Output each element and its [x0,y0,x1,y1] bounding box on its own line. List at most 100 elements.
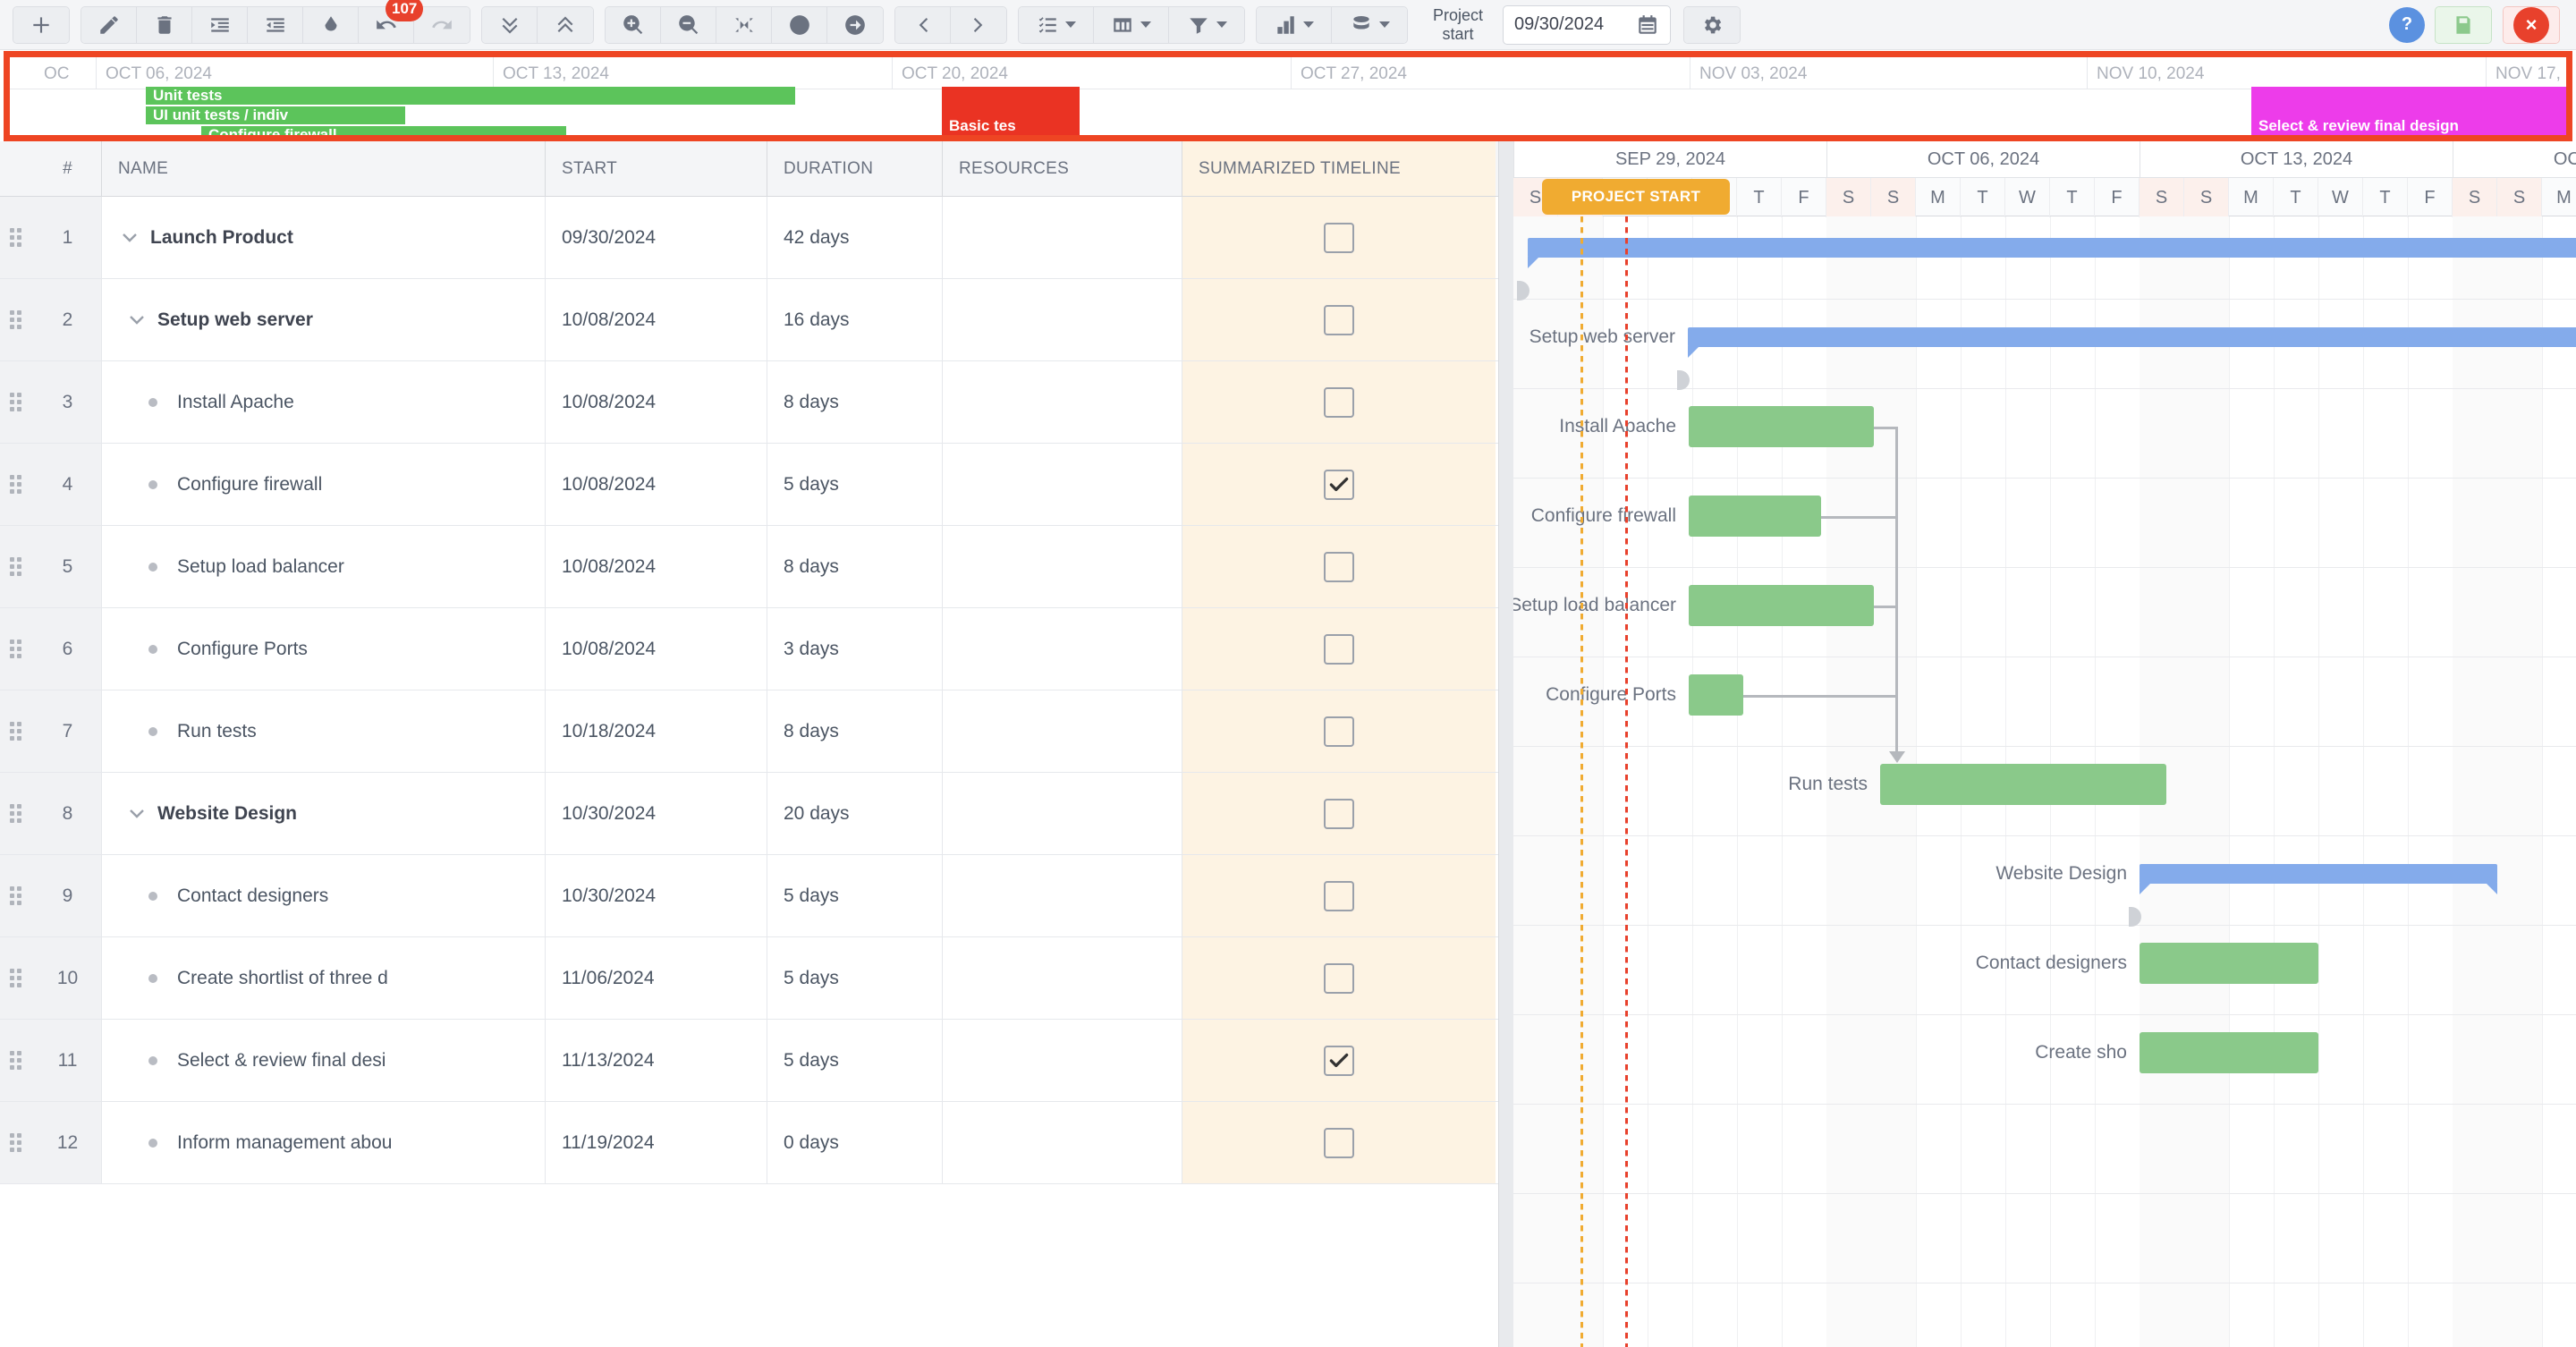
previous-button[interactable] [895,7,951,43]
table-row[interactable]: 12Inform management abou11/19/20240 days [0,1102,1498,1184]
task-duration-cell[interactable]: 8 days [767,526,943,607]
task-name-cell[interactable]: Configure firewall [102,444,546,525]
task-start-cell[interactable]: 11/13/2024 [546,1020,767,1101]
table-row[interactable]: 4Configure firewall10/08/20245 days [0,444,1498,526]
drag-handle[interactable] [0,361,34,443]
table-row[interactable]: 9Contact designers10/30/20245 days [0,855,1498,937]
drag-handle[interactable] [0,444,34,525]
task-resources-cell[interactable] [943,526,1182,607]
task-resources-cell[interactable] [943,690,1182,772]
task-name-cell[interactable]: Website Design [102,773,546,854]
history-button[interactable] [772,7,827,43]
table-row[interactable]: 2Setup web server10/08/202416 days [0,279,1498,361]
zoom-in-button[interactable] [606,7,661,43]
fit-to-screen-button[interactable] [716,7,772,43]
edit-task-button[interactable] [81,7,137,43]
project-start-date-field[interactable]: 09/30/2024 [1503,5,1671,45]
gantt-summary-bar[interactable] [1688,327,2576,347]
summarized-timeline-checkbox[interactable] [1324,470,1354,500]
gantt-lag-handle[interactable] [1677,370,1690,390]
chevron-down-icon[interactable] [125,309,148,331]
table-row[interactable]: 11Select & review final desi11/13/20245 … [0,1020,1498,1102]
next-button[interactable] [951,7,1006,43]
summarized-timeline-column-header[interactable]: SUMMARIZED TIMELINE [1182,141,1496,196]
undo-button[interactable]: 107 [359,7,414,43]
task-resources-cell[interactable] [943,773,1182,854]
task-resources-cell[interactable] [943,1102,1182,1183]
gantt-summary-bar[interactable] [1528,238,2576,258]
table-row[interactable]: 6Configure Ports10/08/20243 days [0,608,1498,690]
task-start-cell[interactable]: 11/19/2024 [546,1102,767,1183]
duration-column-header[interactable]: DURATION [767,141,943,196]
task-duration-cell[interactable]: 20 days [767,773,943,854]
task-duration-cell[interactable]: 5 days [767,855,943,936]
task-start-cell[interactable]: 10/30/2024 [546,855,767,936]
task-start-cell[interactable]: 10/08/2024 [546,608,767,690]
task-name-cell[interactable]: Setup load balancer [102,526,546,607]
summarized-timeline-checkbox[interactable] [1324,387,1354,418]
drag-handle[interactable] [0,526,34,607]
summary-task-bar[interactable]: UI unit tests / indiv [146,106,405,124]
drag-handle[interactable] [0,773,34,854]
task-name-cell[interactable]: Select & review final desi [102,1020,546,1101]
summary-task-bar[interactable]: Select & review final design [2251,87,2566,135]
task-name-cell[interactable]: Launch Product [102,197,546,278]
gantt-task-bar[interactable] [1880,764,2166,805]
summarized-timeline-checkbox[interactable] [1324,1046,1354,1076]
task-duration-cell[interactable]: 5 days [767,444,943,525]
gantt-task-bar[interactable] [2140,943,2318,984]
task-start-cell[interactable]: 10/08/2024 [546,361,767,443]
task-start-cell[interactable]: 10/30/2024 [546,773,767,854]
table-row[interactable]: 8Website Design10/30/202420 days [0,773,1498,855]
gantt-task-bar[interactable] [1689,406,1874,447]
drag-handle[interactable] [0,279,34,360]
chevron-down-icon[interactable] [118,227,141,249]
task-name-cell[interactable]: Contact designers [102,855,546,936]
summarized-timeline-checkbox[interactable] [1324,552,1354,582]
task-start-cell[interactable]: 09/30/2024 [546,197,767,278]
baseline-menu[interactable] [1257,7,1332,43]
settings-button[interactable] [1684,7,1740,43]
save-button[interactable] [2436,7,2491,43]
go-to-today-button[interactable] [827,7,883,43]
chevron-down-icon[interactable] [125,803,148,825]
gantt-summary-bar[interactable] [2140,864,2497,884]
summarized-timeline-checkbox[interactable] [1324,305,1354,335]
summarized-timeline-checkbox[interactable] [1324,881,1354,911]
drag-handle[interactable] [0,1020,34,1101]
task-duration-cell[interactable]: 8 days [767,690,943,772]
task-duration-cell[interactable]: 8 days [767,361,943,443]
task-name-cell[interactable]: Setup web server [102,279,546,360]
project-start-badge[interactable]: PROJECT START [1542,179,1730,215]
task-list-menu[interactable] [1019,7,1094,43]
collapse-all-button[interactable] [538,7,593,43]
start-column-header[interactable]: START [546,141,767,196]
task-duration-cell[interactable]: 16 days [767,279,943,360]
task-resources-cell[interactable] [943,444,1182,525]
task-start-cell[interactable]: 10/08/2024 [546,444,767,525]
task-duration-cell[interactable]: 0 days [767,1102,943,1183]
task-resources-cell[interactable] [943,197,1182,278]
resources-menu[interactable] [1332,7,1407,43]
task-start-cell[interactable]: 10/18/2024 [546,690,767,772]
summarized-timeline-checkbox[interactable] [1324,799,1354,829]
summarized-timeline-checkbox[interactable] [1324,716,1354,747]
summary-task-bar[interactable]: Configure firewall [201,126,566,135]
gantt-task-bar[interactable] [1689,674,1743,716]
task-start-cell[interactable]: 10/08/2024 [546,279,767,360]
table-row[interactable]: 7Run tests10/18/20248 days [0,690,1498,773]
drag-handle[interactable] [0,608,34,690]
task-duration-cell[interactable]: 42 days [767,197,943,278]
task-resources-cell[interactable] [943,1020,1182,1101]
table-row[interactable]: 3Install Apache10/08/20248 days [0,361,1498,444]
summarized-timeline-checkbox[interactable] [1324,963,1354,994]
zoom-out-button[interactable] [661,7,716,43]
drag-handle[interactable] [0,1102,34,1183]
table-row[interactable]: 10Create shortlist of three d11/06/20245… [0,937,1498,1020]
task-name-cell[interactable]: Inform management abou [102,1102,546,1183]
columns-menu[interactable] [1094,7,1169,43]
task-resources-cell[interactable] [943,937,1182,1019]
filter-menu[interactable] [1169,7,1244,43]
task-name-cell[interactable]: Create shortlist of three d [102,937,546,1019]
task-resources-cell[interactable] [943,608,1182,690]
